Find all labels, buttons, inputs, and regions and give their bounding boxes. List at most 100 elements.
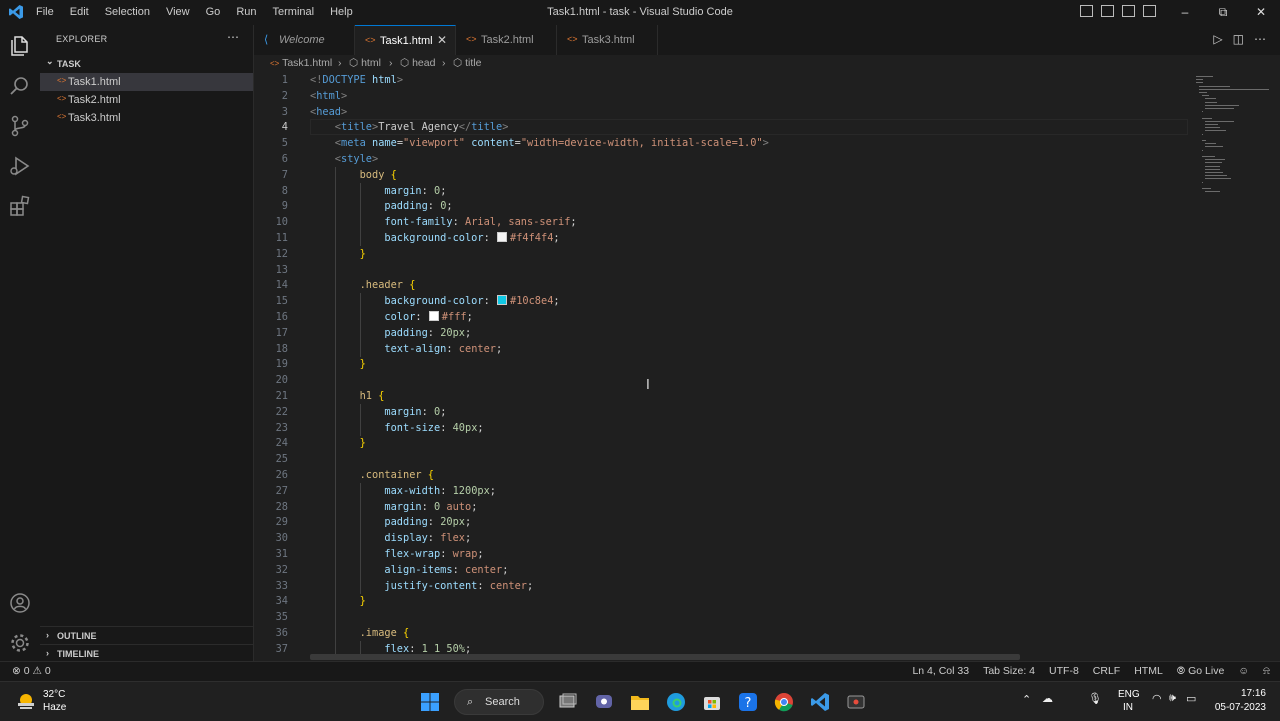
file-task3[interactable]: <> Task3.html [40, 109, 253, 127]
menu-view[interactable]: View [158, 0, 198, 25]
problems-indicator[interactable]: ⊗ 0 ⚠ 0 [12, 665, 51, 677]
clock[interactable]: 17:16 05-07-2023 [1208, 682, 1266, 721]
minimap[interactable] [1190, 72, 1270, 232]
battery-icon[interactable]: ▭ [1186, 692, 1196, 705]
code-line[interactable]: 30 display: flex; [254, 530, 1194, 546]
close-icon[interactable]: ✕ [1242, 0, 1280, 25]
code-line[interactable]: 9 padding: 0; [254, 198, 1194, 214]
menu-file[interactable]: File [28, 0, 62, 25]
source-control-icon[interactable] [8, 114, 32, 138]
code-line[interactable]: 26 .container { [254, 467, 1194, 483]
breadcrumb-html[interactable]: ⬡ html [349, 57, 381, 69]
wifi-icon[interactable]: ◠ [1152, 692, 1162, 705]
notifications-bell-icon[interactable]: ⍾ [1263, 665, 1270, 678]
code-line[interactable]: 36 .image { [254, 625, 1194, 641]
split-editor-icon[interactable]: ◫ [1233, 32, 1244, 46]
edge-browser-icon[interactable] [664, 690, 688, 714]
code-line[interactable]: 35 [254, 609, 1194, 625]
minimize-icon[interactable]: – [1166, 0, 1204, 25]
encoding[interactable]: UTF-8 [1049, 665, 1079, 678]
menu-help[interactable]: Help [322, 0, 361, 25]
more-actions-icon[interactable]: ⋯ [227, 30, 239, 44]
tab-welcome[interactable]: ⟨ Welcome [254, 25, 355, 55]
code-line[interactable]: 5 <meta name="viewport" content="width=de… [254, 135, 1194, 151]
code-line[interactable]: 13 [254, 262, 1194, 278]
code-line[interactable]: 21 h1 { [254, 388, 1194, 404]
teams-chat-icon[interactable] [592, 690, 616, 714]
cursor-position[interactable]: Ln 4, Col 33 [912, 665, 969, 678]
tab-task2[interactable]: <> Task2.html [456, 25, 557, 55]
code-line[interactable]: 24} [254, 435, 1194, 451]
get-help-icon[interactable]: ? [736, 690, 760, 714]
menu-edit[interactable]: Edit [62, 0, 97, 25]
menu-selection[interactable]: Selection [97, 0, 158, 25]
capture-app-icon[interactable] [844, 690, 868, 714]
code-line[interactable]: 14 .header { [254, 277, 1194, 293]
search-icon[interactable] [8, 74, 32, 98]
file-task2[interactable]: <> Task2.html [40, 91, 253, 109]
color-swatch[interactable] [497, 232, 507, 242]
code-line[interactable]: 33 justify-content: center; [254, 578, 1194, 594]
run-debug-icon[interactable] [8, 154, 32, 178]
toggle-sidebar-icon[interactable] [1080, 5, 1093, 17]
breadcrumb-file[interactable]: <> Task1.html [270, 57, 332, 69]
code-line[interactable]: 7 body { [254, 167, 1194, 183]
show-hidden-icons-icon[interactable]: ⌃ [1022, 693, 1031, 706]
taskbar-search[interactable]: ⌕ Search [454, 689, 544, 715]
breadcrumb-head[interactable]: ⬡ head [400, 57, 435, 69]
language-indicator[interactable]: ENG IN [1118, 682, 1144, 721]
code-line[interactable]: 16 color: #fff; [254, 309, 1194, 325]
code-line[interactable]: 20 [254, 372, 1194, 388]
customize-layout-icon[interactable] [1143, 5, 1156, 17]
code-line[interactable]: 10 font-family: Arial, sans-serif; [254, 214, 1194, 230]
onedrive-cloud-icon[interactable]: ☁ [1042, 692, 1053, 705]
code-line[interactable]: 27 max-width: 1200px; [254, 483, 1194, 499]
code-line[interactable]: 6 <style> [254, 151, 1194, 167]
outline-section[interactable]: › OUTLINE [40, 626, 253, 645]
breadcrumb-title[interactable]: ⬡ title [453, 57, 481, 69]
language-mode[interactable]: HTML [1134, 665, 1163, 678]
tab-task3[interactable]: <> Task3.html [557, 25, 658, 55]
file-explorer-icon[interactable] [628, 690, 652, 714]
code-line[interactable]: 11 background-color: #f4f4f4; [254, 230, 1194, 246]
code-line[interactable]: 3 <head> [254, 104, 1194, 120]
feedback-icon[interactable]: ☺ [1238, 665, 1249, 678]
code-line[interactable]: 28 margin: 0 auto; [254, 499, 1194, 515]
microsoft-store-icon[interactable] [700, 690, 724, 714]
account-icon[interactable] [8, 591, 32, 615]
code-line[interactable]: 25 [254, 451, 1194, 467]
code-line[interactable]: 29 padding: 20px; [254, 514, 1194, 530]
color-swatch[interactable] [428, 311, 439, 321]
volume-icon[interactable]: 🕪︎ [1169, 692, 1176, 705]
code-line[interactable]: 22 margin: 0; [254, 404, 1194, 420]
code-line[interactable]: 32 align-items: center; [254, 562, 1194, 578]
chrome-browser-icon[interactable] [772, 690, 796, 714]
code-line[interactable]: 4 <title>Travel Agency</title> [254, 119, 1194, 135]
close-tab-icon[interactable]: ✕ [437, 33, 447, 47]
run-icon[interactable]: ▷ [1213, 32, 1222, 46]
folder-task[interactable]: ⌄ TASK [40, 55, 253, 73]
toggle-secondary-sidebar-icon[interactable] [1122, 5, 1135, 17]
vscode-taskbar-icon[interactable] [808, 690, 832, 714]
toggle-panel-icon[interactable] [1101, 5, 1114, 17]
code-line[interactable]: 31 flex-wrap: wrap; [254, 546, 1194, 562]
file-task1[interactable]: <> Task1.html [40, 73, 253, 91]
code-line[interactable]: 15 background-color: #10c8e4; [254, 293, 1194, 309]
code-line[interactable]: 12} [254, 246, 1194, 262]
microphone-icon[interactable]: 🎙︎ [1088, 692, 1102, 705]
restore-icon[interactable]: ⧉ [1204, 0, 1242, 25]
tab-size[interactable]: Tab Size: 4 [983, 665, 1035, 678]
horizontal-scrollbar[interactable] [310, 654, 1020, 660]
code-line[interactable]: 17 padding: 20px; [254, 325, 1194, 341]
code-line[interactable]: 19} [254, 356, 1194, 372]
menu-terminal[interactable]: Terminal [265, 0, 323, 25]
menu-run[interactable]: Run [228, 0, 264, 25]
code-line[interactable]: 2 <html> [254, 88, 1194, 104]
task-view-icon[interactable] [556, 690, 580, 714]
color-swatch[interactable] [497, 295, 507, 305]
extensions-icon[interactable] [8, 194, 32, 218]
tab-task1[interactable]: <> Task1.html ✕ [355, 25, 456, 55]
more-actions-icon[interactable]: ⋯ [1254, 32, 1266, 46]
go-live-button[interactable]: ⦾ Go Live [1177, 665, 1225, 678]
code-line[interactable]: 23 font-size: 40px; [254, 420, 1194, 436]
